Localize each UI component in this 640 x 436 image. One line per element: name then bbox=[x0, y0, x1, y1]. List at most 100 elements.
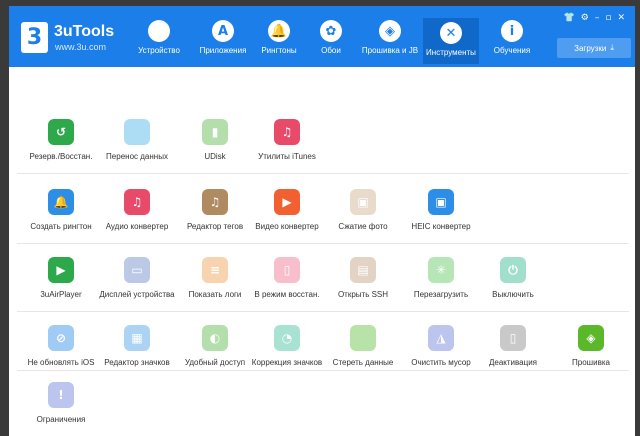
restrictions-icon: ! bbox=[48, 382, 74, 408]
firmware-icon: ◈ bbox=[578, 325, 604, 351]
ssh-icon: ▤ bbox=[350, 257, 376, 283]
no-update-icon: ⊘ bbox=[48, 325, 74, 351]
nav-item-label: Обои bbox=[321, 46, 341, 55]
bell-icon: 🔔 bbox=[48, 189, 74, 215]
tool-erase[interactable]: Стереть данные bbox=[319, 325, 407, 367]
tool-label: Перенос данных bbox=[106, 152, 168, 161]
tool-recovery[interactable]: ▯ В режим восстан. bbox=[243, 257, 331, 299]
tool-music[interactable]: ♫ Утилиты iTunes bbox=[243, 119, 331, 161]
tag-editor-icon: ♫ bbox=[202, 189, 228, 215]
photo-icon: ▣ bbox=[350, 189, 376, 215]
row-divider bbox=[17, 370, 629, 371]
tool-label: Создать рингтон bbox=[30, 222, 92, 231]
tool-photo[interactable]: ▣ Сжатие фото bbox=[319, 189, 407, 231]
tool-icon-editor[interactable]: ▦ Редактор значков bbox=[93, 325, 181, 367]
airplay-icon: ▶ bbox=[48, 257, 74, 283]
tool-label: Выключить bbox=[492, 290, 534, 299]
minimize-icon[interactable]: – bbox=[595, 13, 600, 23]
music-icon: ♫ bbox=[274, 119, 300, 145]
tool-label: Открыть SSH bbox=[337, 290, 389, 299]
row-divider bbox=[17, 173, 629, 174]
tool-airplay[interactable]: ▶ 3uAirPlayer bbox=[17, 257, 105, 299]
heic-icon: ▣ bbox=[428, 189, 454, 215]
tool-audio[interactable]: ♫ Аудио конвертер bbox=[93, 189, 181, 231]
tool-label: Не обновлять iOS bbox=[27, 358, 95, 367]
video-icon: ▶ bbox=[274, 189, 300, 215]
tool-label: Утилиты iTunes bbox=[258, 152, 316, 161]
tool-label: Редактор значков bbox=[104, 358, 170, 367]
usb-icon: ▮ bbox=[202, 119, 228, 145]
nav-item-5[interactable]: ✕ Инструменты bbox=[423, 18, 479, 64]
recovery-icon: ▯ bbox=[274, 257, 300, 283]
download-icon: ⤓ bbox=[610, 43, 614, 52]
tool-firmware[interactable]: ◈ Прошивка bbox=[547, 325, 635, 367]
tool-power[interactable]: ⏻ Выключить bbox=[469, 257, 557, 299]
nav-item-2[interactable]: 🔔 Рингтоны bbox=[259, 16, 299, 64]
tool-deactivate[interactable]: ▯ Деактивация bbox=[469, 325, 557, 367]
box-icon: ◈ bbox=[379, 20, 401, 42]
tool-heic[interactable]: ▣ HEIC конвертер bbox=[397, 189, 485, 231]
tool-label: Видео конвертер bbox=[255, 222, 319, 231]
tool-label: Коррекция значков bbox=[251, 358, 323, 367]
audio-icon: ♫ bbox=[124, 189, 150, 215]
window-controls: 👕 ⚙ – ▫ ✕ bbox=[564, 13, 625, 23]
nav-item-0[interactable]: Устройство bbox=[137, 16, 181, 64]
tool-label: Деактивация bbox=[488, 358, 538, 367]
maximize-icon[interactable]: ▫ bbox=[605, 13, 611, 23]
tool-bell[interactable]: 🔔 Создать рингтон bbox=[17, 189, 105, 231]
tools-panel: ↺ Резерв./Восстан. Перенос данных ▮ UDisk ♫ Ут… bbox=[9, 67, 635, 436]
tool-label: Резерв./Восстан. bbox=[29, 152, 93, 161]
logs-icon: ≡ bbox=[202, 257, 228, 283]
nav-item-6[interactable]: i Обучения bbox=[491, 16, 533, 64]
tool-transfer[interactable]: Перенос данных bbox=[93, 119, 181, 161]
nav-item-label: Обучения bbox=[493, 46, 531, 55]
app-name: 3uTools bbox=[54, 23, 115, 40]
tool-label: Ограничения bbox=[36, 415, 86, 424]
erase-icon bbox=[350, 325, 376, 351]
tool-restrictions[interactable]: ! Ограничения bbox=[17, 382, 105, 424]
nav-item-label: Инструменты bbox=[426, 48, 476, 57]
tool-ssh[interactable]: ▤ Открыть SSH bbox=[319, 257, 407, 299]
tool-label: Стереть данные bbox=[332, 358, 394, 367]
tool-video[interactable]: ▶ Видео конвертер bbox=[243, 189, 331, 231]
app-store-icon: A bbox=[212, 20, 234, 42]
icon-fix-icon: ◔ bbox=[274, 325, 300, 351]
nav-item-1[interactable]: A Приложения bbox=[197, 16, 249, 64]
display-icon: ▭ bbox=[124, 257, 150, 283]
tool-backup[interactable]: ↺ Резерв./Восстан. bbox=[17, 119, 105, 161]
info-icon: i bbox=[501, 20, 523, 42]
tools-icon: ✕ bbox=[440, 22, 462, 44]
nav-item-label: Прошивка и JB bbox=[361, 46, 419, 55]
flower-icon: ✿ bbox=[320, 20, 342, 42]
app-url: www.3u.com bbox=[55, 42, 107, 52]
row-divider bbox=[17, 243, 629, 244]
power-icon: ⏻ bbox=[500, 257, 526, 283]
deactivate-icon: ▯ bbox=[500, 325, 526, 351]
nav-item-4[interactable]: ◈ Прошивка и JB bbox=[359, 16, 421, 64]
app-window: 3 3uTools www.3u.com Устройство A Приложен… bbox=[9, 6, 635, 436]
backup-icon: ↺ bbox=[48, 119, 74, 145]
settings-gear-icon[interactable]: ⚙ bbox=[581, 13, 589, 23]
tool-label: Сжатие фото bbox=[338, 222, 388, 231]
transfer-icon bbox=[124, 119, 150, 145]
downloads-button[interactable]: Загрузки ⤓ bbox=[557, 38, 631, 58]
logo-icon: 3 bbox=[21, 22, 48, 53]
tool-display[interactable]: ▭ Дисплей устройства bbox=[93, 257, 181, 299]
tool-label: HEIC конвертер bbox=[411, 222, 471, 231]
row-divider bbox=[17, 311, 629, 312]
tool-label: Аудио конвертер bbox=[105, 222, 169, 231]
tool-label: 3uAirPlayer bbox=[40, 290, 82, 299]
bell-icon: 🔔 bbox=[268, 20, 290, 42]
nav-item-label: Приложения bbox=[199, 46, 247, 55]
skin-icon[interactable]: 👕 bbox=[564, 13, 575, 23]
nav-item-label: Рингтоны bbox=[261, 46, 297, 55]
tool-label: В режим восстан. bbox=[254, 290, 320, 299]
icon-editor-icon: ▦ bbox=[124, 325, 150, 351]
tool-label: Прошивка bbox=[572, 358, 610, 367]
clean-icon: ◮ bbox=[428, 325, 454, 351]
close-icon[interactable]: ✕ bbox=[617, 13, 625, 23]
tool-icon-fix[interactable]: ◔ Коррекция значков bbox=[243, 325, 331, 367]
tool-no-update[interactable]: ⊘ Не обновлять iOS bbox=[17, 325, 105, 367]
nav-item-3[interactable]: ✿ Обои bbox=[317, 16, 345, 64]
apple-icon bbox=[148, 20, 170, 42]
